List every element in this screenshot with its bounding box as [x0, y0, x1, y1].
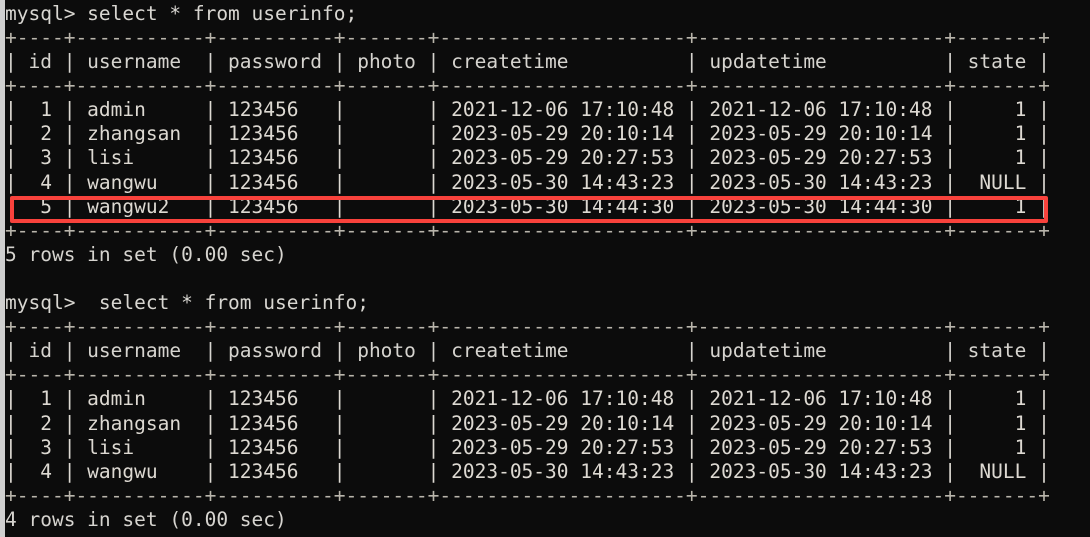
terminal-line-3: +----+-----------+----------+-------+---… [5, 74, 1050, 97]
terminal-line-15: +----+-----------+----------+-------+---… [5, 363, 1050, 386]
terminal-line-12: mysql> select * from userinfo; [5, 291, 369, 314]
mysql-terminal-window: mysql> select * from userinfo; +----+----… [0, 0, 1090, 537]
terminal-line-14: | id | username | password | photo | cre… [5, 339, 1050, 362]
terminal-line-5: | 2 | zhangsan | 123456 | | 2023-05-29 2… [5, 122, 1050, 145]
terminal-line-21: 4 rows in set (0.00 sec) [5, 508, 287, 531]
terminal-line-2: | id | username | password | photo | cre… [5, 50, 1050, 73]
terminal-line-6: | 3 | lisi | 123456 | | 2023-05-29 20:27… [5, 146, 1050, 169]
terminal-line-16: | 1 | admin | 123456 | | 2021-12-06 17:1… [5, 387, 1050, 410]
terminal-line-20: +----+-----------+----------+-------+---… [5, 484, 1050, 507]
terminal-line-18: | 3 | lisi | 123456 | | 2023-05-29 20:27… [5, 436, 1050, 459]
terminal-line-1: +----+-----------+----------+-------+---… [5, 26, 1050, 49]
terminal-line-8: | 5 | wangwu2 | 123456 | | 2023-05-30 14… [5, 195, 1050, 218]
terminal-line-0: mysql> select * from userinfo; [5, 2, 358, 25]
terminal-line-17: | 2 | zhangsan | 123456 | | 2023-05-29 2… [5, 412, 1050, 435]
terminal-line-13: +----+-----------+----------+-------+---… [5, 315, 1050, 338]
terminal-line-9: +----+-----------+----------+-------+---… [5, 219, 1050, 242]
terminal-line-7: | 4 | wangwu | 123456 | | 2023-05-30 14:… [5, 171, 1050, 194]
terminal-line-19: | 4 | wangwu | 123456 | | 2023-05-30 14:… [5, 460, 1050, 483]
terminal-console-output[interactable]: mysql> select * from userinfo; +----+----… [5, 0, 1090, 537]
terminal-line-4: | 1 | admin | 123456 | | 2021-12-06 17:1… [5, 98, 1050, 121]
terminal-line-10: 5 rows in set (0.00 sec) [5, 243, 287, 266]
